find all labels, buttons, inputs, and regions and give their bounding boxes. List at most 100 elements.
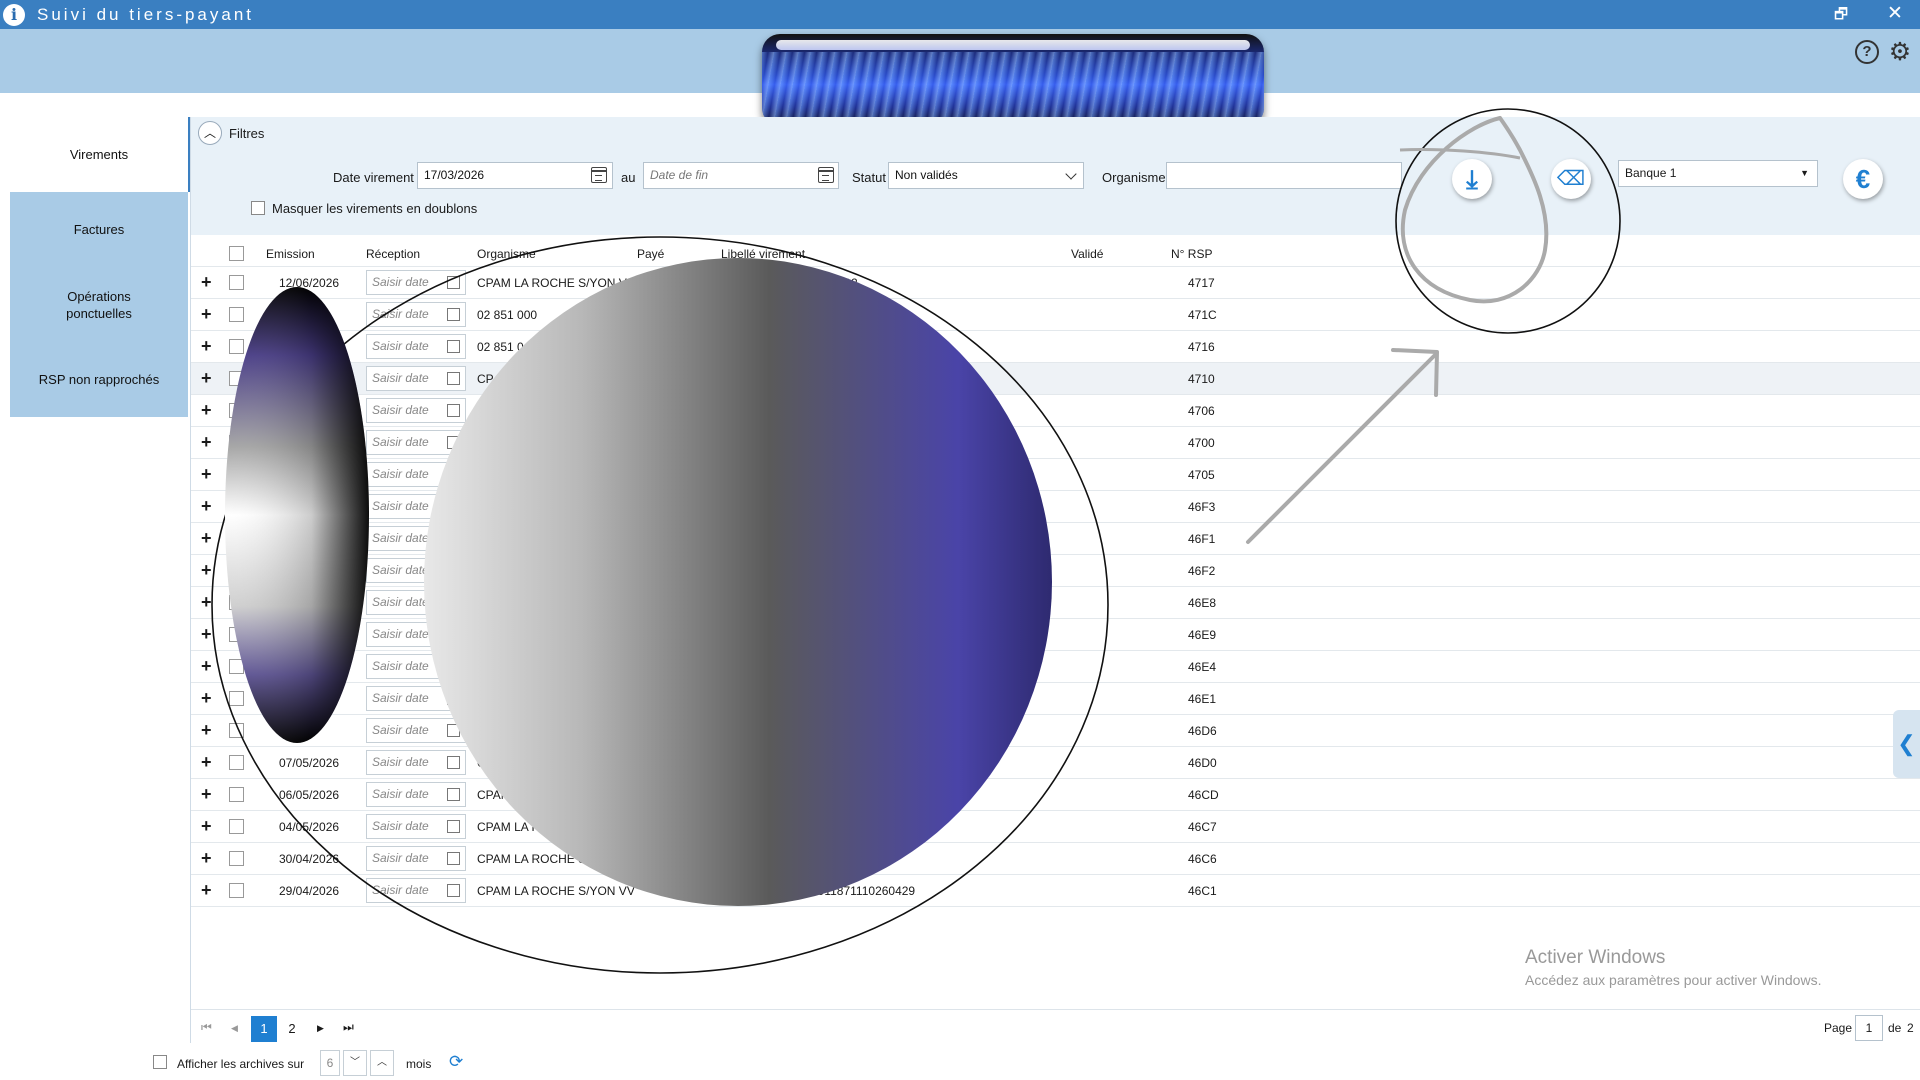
settings-gear-icon[interactable]: ⚙ [1887, 39, 1913, 65]
expand-row-icon[interactable]: + [201, 848, 212, 869]
row-checkbox[interactable] [229, 307, 244, 322]
table-row[interactable]: +6 Saisir date 02 851 000 0 471C [191, 299, 1920, 331]
prev-page-icon[interactable]: ◀ [231, 1023, 238, 1034]
column-header-valide[interactable]: Validé [1071, 247, 1103, 261]
reception-date-input[interactable]: Saisir date [366, 686, 466, 711]
next-page-icon[interactable]: ▶ [317, 1023, 324, 1034]
table-row[interactable]: +12/06/2026 Saisir date CPAM LA ROCHE S/YO… [191, 267, 1920, 299]
expand-row-icon[interactable]: + [201, 656, 212, 677]
nav-item-factures[interactable]: Factures [10, 192, 188, 267]
reception-date-input[interactable]: Saisir date [366, 622, 466, 647]
row-checkbox[interactable] [229, 755, 244, 770]
table-row[interactable]: + Saisir date 46E9 [191, 619, 1920, 651]
table-row[interactable]: + Saisir date 46E4 [191, 651, 1920, 683]
reception-date-input[interactable]: Saisir date [366, 334, 466, 359]
expand-row-icon[interactable]: + [201, 592, 212, 613]
row-checkbox[interactable] [229, 819, 244, 834]
reception-date-input[interactable]: Saisir date [366, 494, 466, 519]
first-page-icon[interactable]: ⏮ [201, 1020, 212, 1035]
download-button[interactable]: ⤓ [1452, 159, 1492, 199]
table-row[interactable]: + Saisir date CP 4710 [191, 363, 1920, 395]
calendar-icon[interactable] [447, 692, 460, 705]
table-row[interactable]: + Saisir date 02 851 0 4716 [191, 331, 1920, 363]
row-checkbox[interactable] [229, 787, 244, 802]
table-row[interactable]: +04/05/2026 Saisir date CPAM LA R 46C7 [191, 811, 1920, 843]
help-icon[interactable]: ? [1855, 40, 1879, 64]
reception-date-input[interactable]: Saisir date [366, 654, 466, 679]
afficher-archives-checkbox[interactable] [153, 1055, 167, 1069]
table-row[interactable]: + Saisir date 4705 [191, 459, 1920, 491]
nav-item-operations-ponctuelles[interactable]: Opérations ponctuelles [10, 267, 188, 342]
table-row[interactable]: +06/05/2026 Saisir date CPAM 46CD [191, 779, 1920, 811]
reception-date-input[interactable]: Saisir date [366, 590, 466, 615]
statut-select[interactable]: Non validés [888, 162, 1084, 189]
table-row[interactable]: +29/04/2026 Saisir date CPAM LA ROCHE S/YO… [191, 875, 1920, 907]
row-checkbox[interactable] [229, 531, 244, 546]
calendar-icon[interactable] [591, 167, 607, 183]
calendar-icon[interactable] [447, 436, 460, 449]
calendar-icon[interactable] [447, 596, 460, 609]
expand-row-icon[interactable]: + [201, 400, 212, 421]
table-row[interactable]: + Saisir date 4700 [191, 427, 1920, 459]
row-checkbox[interactable] [229, 691, 244, 706]
calendar-icon[interactable] [447, 276, 460, 289]
table-row[interactable]: +07/05/2026 Saisir date C 46D0 [191, 747, 1920, 779]
reception-date-input[interactable]: Saisir date [366, 302, 466, 327]
expand-row-icon[interactable]: + [201, 464, 212, 485]
select-all-checkbox[interactable] [229, 246, 244, 261]
bank-select[interactable]: Banque 1 ▼ [1618, 160, 1818, 187]
page-button-2[interactable]: 2 [279, 1016, 305, 1042]
row-checkbox[interactable] [229, 275, 244, 290]
row-checkbox[interactable] [229, 627, 244, 642]
reception-date-input[interactable]: Saisir date [366, 462, 466, 487]
expand-row-icon[interactable]: + [201, 368, 212, 389]
table-row[interactable]: + Saisir date 46F3 [191, 491, 1920, 523]
calendar-icon[interactable] [447, 308, 460, 321]
euro-payment-button[interactable]: € [1843, 159, 1883, 199]
reception-date-input[interactable]: Saisir date [366, 398, 466, 423]
organisme-field[interactable] [1166, 162, 1402, 189]
column-header-libelle[interactable]: Libellé virement [721, 247, 805, 261]
calendar-icon[interactable] [447, 756, 460, 769]
expand-row-icon[interactable]: + [201, 560, 212, 581]
table-row[interactable]: +30/04/2026 Saisir date CPAM LA ROCHE S/0 4… [191, 843, 1920, 875]
reception-date-input[interactable]: Saisir date [366, 526, 466, 551]
calendar-icon[interactable] [447, 340, 460, 353]
row-checkbox[interactable] [229, 403, 244, 418]
reception-date-input[interactable]: Saisir date [366, 814, 466, 839]
expand-row-icon[interactable]: + [201, 720, 212, 741]
calendar-icon[interactable] [447, 372, 460, 385]
calendar-icon[interactable] [447, 532, 460, 545]
collapse-filters-button[interactable]: ︿ [198, 121, 222, 145]
expand-row-icon[interactable]: + [201, 272, 212, 293]
calendar-icon[interactable] [447, 404, 460, 417]
row-checkbox[interactable] [229, 339, 244, 354]
page-button-1[interactable]: 1 [251, 1016, 277, 1042]
restore-window-icon[interactable]: 🗗 [1830, 4, 1852, 26]
column-header-emission[interactable]: Emission [266, 247, 315, 261]
table-row[interactable]: +5 Saisir date 46E1 [191, 683, 1920, 715]
expand-row-icon[interactable]: + [201, 336, 212, 357]
nav-item-rsp-non-rapproches[interactable]: RSP non rapprochés [10, 342, 188, 417]
table-row[interactable]: + Saisir date 46F1 [191, 523, 1920, 555]
column-header-reception[interactable]: Réception [366, 247, 420, 261]
nav-item-virements[interactable]: Virements [10, 117, 188, 192]
row-checkbox[interactable] [229, 659, 244, 674]
calendar-icon[interactable] [447, 788, 460, 801]
calendar-icon[interactable] [447, 884, 460, 897]
reception-date-input[interactable]: Saisir date [366, 782, 466, 807]
row-checkbox[interactable] [229, 883, 244, 898]
calendar-icon[interactable] [447, 660, 460, 673]
row-checkbox[interactable] [229, 371, 244, 386]
expand-row-icon[interactable]: + [201, 624, 212, 645]
table-row[interactable]: + Saisir date 46E8 [191, 587, 1920, 619]
expand-row-icon[interactable]: + [201, 880, 212, 901]
expand-row-icon[interactable]: + [201, 496, 212, 517]
clear-filters-button[interactable]: ⌫ [1551, 159, 1591, 199]
date-to-field[interactable]: Date de fin [643, 162, 839, 189]
row-checkbox[interactable] [229, 467, 244, 482]
expand-row-icon[interactable]: + [201, 688, 212, 709]
row-checkbox[interactable] [229, 499, 244, 514]
calendar-icon[interactable] [447, 468, 460, 481]
masquer-doublons-checkbox[interactable] [251, 201, 265, 215]
